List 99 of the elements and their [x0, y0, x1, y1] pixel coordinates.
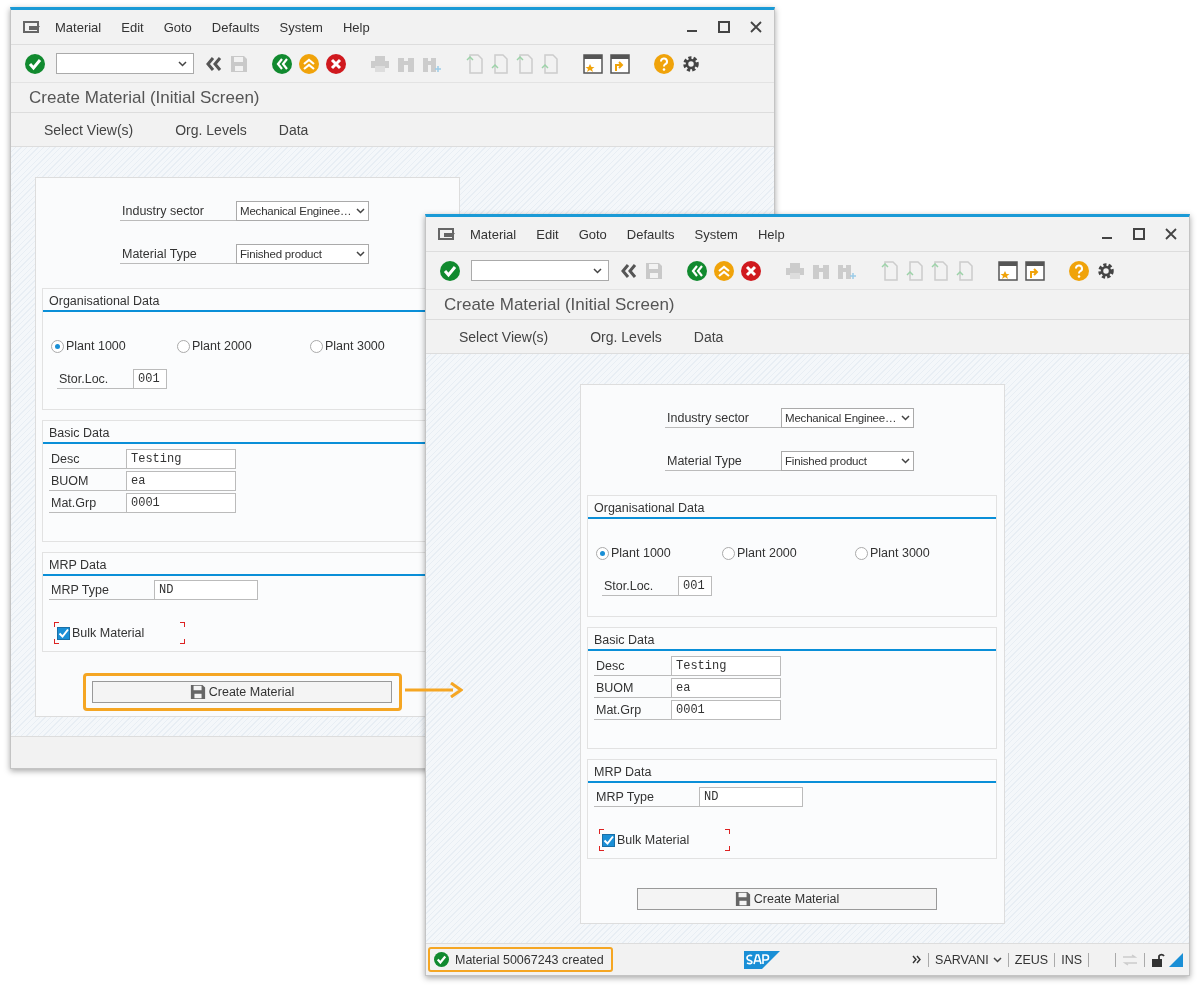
menu-item[interactable]: Help — [757, 226, 785, 242]
toolbar-button[interactable]: Org. Levels — [175, 121, 247, 138]
dropdown[interactable]: Mechanical Enginee… — [236, 201, 369, 221]
system-info: INS — [1061, 952, 1082, 967]
close-icon[interactable] — [750, 21, 762, 33]
menu-item[interactable]: Goto — [163, 19, 192, 35]
help-icon[interactable] — [1069, 260, 1089, 281]
save-icon — [734, 891, 751, 907]
menu-item[interactable]: Material — [470, 226, 517, 242]
cancel-icon[interactable] — [326, 53, 346, 74]
radio-option[interactable]: Plant 1000 — [596, 546, 722, 560]
caret-icon — [356, 251, 365, 257]
command-field[interactable] — [56, 53, 194, 74]
radio-label: Plant 3000 — [870, 546, 930, 560]
create-material-button[interactable]: Create Material — [637, 888, 937, 910]
dropdown[interactable]: Finished product — [781, 451, 914, 471]
menu-item[interactable]: Edit — [121, 19, 144, 35]
radio-button[interactable] — [855, 546, 868, 560]
close-icon[interactable] — [1165, 228, 1177, 240]
menu-icon[interactable] — [23, 20, 41, 34]
menu-item[interactable]: Edit — [536, 226, 559, 242]
dropdown[interactable]: Finished product — [236, 244, 369, 264]
screen-title: Create Material (Initial Screen) — [444, 294, 675, 315]
toolbar-button[interactable]: Org. Levels — [590, 328, 662, 345]
dropdown[interactable]: Mechanical Enginee… — [781, 408, 914, 428]
radio-button[interactable] — [722, 546, 735, 560]
checkmark-icon[interactable] — [25, 53, 45, 74]
radio-option[interactable]: Plant 1000 — [51, 339, 177, 353]
radio-button[interactable] — [310, 339, 323, 353]
save-icon — [189, 684, 206, 700]
toolbar-button[interactable]: Select View(s) — [459, 328, 549, 345]
radio-button[interactable] — [51, 339, 64, 353]
annotation-arrow — [405, 682, 463, 698]
back-icon[interactable] — [272, 53, 292, 74]
caret-icon — [593, 267, 602, 274]
input-field[interactable]: 001 — [133, 369, 167, 389]
group-title: Organisational Data — [594, 501, 705, 515]
caret-icon — [901, 458, 910, 464]
command-field[interactable] — [471, 260, 609, 281]
radio-button[interactable] — [177, 339, 190, 353]
maximize-icon[interactable] — [718, 21, 730, 33]
lock-icon[interactable] — [1151, 951, 1165, 968]
double-chevron-icon[interactable] — [205, 55, 223, 72]
radio-label: Plant 1000 — [66, 339, 126, 353]
radio-button[interactable] — [596, 546, 609, 560]
menu-item[interactable]: Defaults — [211, 19, 260, 35]
system-info: SARVANI — [935, 952, 989, 967]
menu-item[interactable]: System — [694, 226, 738, 242]
input-field[interactable]: Testing — [671, 656, 781, 676]
caret-icon[interactable] — [992, 956, 1002, 963]
group-title: Basic Data — [49, 426, 110, 440]
create-material-button[interactable]: Create Material — [92, 681, 392, 703]
radio-label: Plant 2000 — [192, 339, 252, 353]
screen-title: Create Material (Initial Screen) — [29, 87, 260, 108]
radio-label: Plant 2000 — [737, 546, 797, 560]
group-title: Organisational Data — [49, 294, 160, 308]
checkbox-label: Bulk Material — [617, 833, 690, 847]
menu-item[interactable]: Material — [55, 19, 102, 35]
back-icon[interactable] — [687, 260, 707, 281]
menu-icon[interactable] — [438, 227, 456, 241]
input-field[interactable]: ea — [671, 678, 781, 698]
status-message: Material 50067243 created — [455, 952, 604, 967]
input-field[interactable]: 001 — [678, 576, 712, 596]
up-icon[interactable] — [299, 53, 319, 74]
caret-icon — [178, 60, 187, 67]
menu-item[interactable]: Defaults — [626, 226, 675, 242]
cancel-icon[interactable] — [741, 260, 761, 281]
radio-option[interactable]: Plant 2000 — [722, 546, 855, 560]
group-title: MRP Data — [49, 558, 107, 572]
double-chevron-icon[interactable] — [620, 262, 638, 279]
double-chevron-icon[interactable] — [912, 955, 923, 964]
radio-option[interactable]: Plant 3000 — [310, 339, 385, 353]
menu-item[interactable]: Goto — [578, 226, 607, 242]
help-icon[interactable] — [654, 53, 674, 74]
group-title: MRP Data — [594, 765, 652, 779]
radio-label: Plant 1000 — [611, 546, 671, 560]
checkbox-label: Bulk Material — [72, 626, 145, 640]
radio-label: Plant 3000 — [325, 339, 385, 353]
checkbox[interactable] — [602, 833, 615, 847]
group-title: Basic Data — [594, 633, 655, 647]
caret-icon — [356, 208, 365, 214]
caret-icon — [901, 415, 910, 421]
menu-item[interactable]: Help — [342, 19, 370, 35]
maximize-icon[interactable] — [1133, 228, 1145, 240]
toolbar-button[interactable]: Data — [278, 121, 309, 138]
checkmark-icon — [434, 952, 449, 967]
up-icon[interactable] — [714, 260, 734, 281]
input-field[interactable]: ND — [699, 787, 803, 807]
radio-option[interactable]: Plant 2000 — [177, 339, 310, 353]
settings-icon[interactable] — [1096, 260, 1116, 281]
menu-item[interactable]: System — [279, 19, 323, 35]
checkmark-icon[interactable] — [440, 260, 460, 281]
toolbar-button[interactable]: Select View(s) — [44, 121, 134, 138]
settings-icon[interactable] — [681, 53, 701, 74]
system-info: ZEUS — [1014, 952, 1049, 967]
toolbar-button[interactable]: Data — [693, 328, 724, 345]
radio-option[interactable]: Plant 3000 — [855, 546, 930, 560]
input-field[interactable]: 0001 — [671, 700, 781, 720]
logo — [744, 950, 781, 969]
